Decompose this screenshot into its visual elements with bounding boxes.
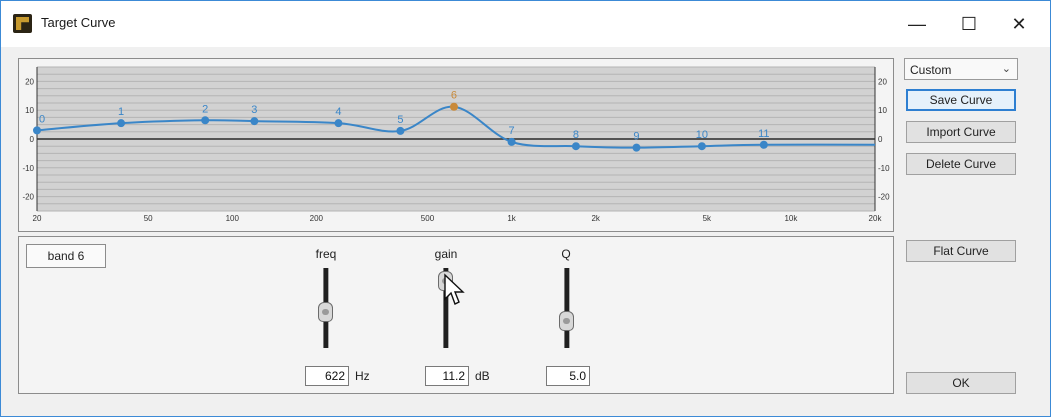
y-tick-right: 0: [878, 135, 883, 144]
band-number-label: 11: [758, 128, 769, 140]
q-label: Q: [561, 247, 571, 261]
band-point[interactable]: [334, 119, 343, 128]
band-point[interactable]: [201, 116, 210, 125]
delete-curve-button[interactable]: Delete Curve: [906, 153, 1016, 175]
band-point[interactable]: [507, 137, 516, 146]
band-number-label: 3: [251, 104, 257, 116]
flat-curve-button[interactable]: Flat Curve: [906, 240, 1016, 262]
y-tick-right: 10: [878, 106, 887, 115]
band-number-label: 4: [335, 106, 341, 118]
band-point[interactable]: [33, 126, 41, 135]
app-logo-icon: [13, 14, 32, 33]
import-curve-button[interactable]: Import Curve: [906, 121, 1016, 143]
title-bar: Target Curve — ☐ ✕: [1, 1, 1050, 47]
chevron-down-icon: ⌄: [1001, 63, 1011, 75]
y-tick-left: -10: [22, 164, 34, 173]
y-tick-right: -20: [878, 193, 890, 202]
band-point[interactable]: [396, 126, 405, 135]
x-tick-label: 100: [226, 214, 240, 223]
x-tick-label: 20k: [869, 214, 883, 223]
x-tick-label: 5k: [703, 214, 712, 223]
save-curve-button[interactable]: Save Curve: [906, 89, 1016, 111]
x-tick-label: 2k: [591, 214, 600, 223]
band-number-label: 6: [451, 90, 457, 102]
preset-dropdown[interactable]: Custom ⌄: [904, 58, 1018, 80]
band-point[interactable]: [632, 143, 641, 152]
preset-value: Custom: [910, 63, 952, 77]
q-slider-track[interactable]: [564, 268, 570, 348]
q-slider-thumb[interactable]: [559, 311, 574, 332]
gain-value-field[interactable]: 11.2: [425, 366, 469, 386]
band-point[interactable]: [759, 140, 768, 149]
gain-unit: dB: [475, 369, 490, 383]
x-tick-label: 50: [144, 214, 153, 223]
y-tick-right: 20: [878, 77, 887, 86]
q-value-field[interactable]: 5.0: [546, 366, 590, 386]
band-point[interactable]: [117, 119, 126, 128]
x-tick-label: 200: [310, 214, 324, 223]
band-number-label: 1: [118, 106, 124, 118]
mouse-cursor-icon: [444, 273, 465, 305]
band-number-label: 10: [696, 129, 708, 141]
band-point[interactable]: [449, 102, 458, 111]
freq-label: freq: [315, 247, 337, 261]
y-tick-left: 0: [30, 135, 35, 144]
selected-band-label: band 6: [26, 244, 106, 268]
eq-curve-graph[interactable]: 20 20 10 10 0 0 -10 -10 -20 -20 20 50 100 200 500 1k 2k 5…: [18, 58, 894, 232]
freq-slider-thumb[interactable]: [318, 302, 333, 323]
band-point[interactable]: [250, 117, 259, 126]
y-tick-right: -10: [878, 164, 890, 173]
gain-label: gain: [434, 247, 458, 261]
band-number-label: 0: [39, 113, 45, 125]
x-tick-label: 500: [421, 214, 435, 223]
band-point[interactable]: [697, 142, 706, 151]
freq-value-field[interactable]: 622: [305, 366, 349, 386]
y-tick-left: 10: [25, 106, 34, 115]
band-number-label: 5: [397, 114, 403, 126]
close-button[interactable]: ✕: [996, 9, 1042, 39]
band-point[interactable]: [571, 142, 580, 151]
freq-unit: Hz: [355, 369, 370, 383]
band-number-label: 7: [509, 125, 515, 137]
band-number-label: 2: [202, 103, 208, 115]
eq-curve-canvas[interactable]: 20 2010 100 0-10 -10-20 -2020 50 100 200 500 1k 2k 5…: [19, 59, 893, 231]
ok-button[interactable]: OK: [906, 372, 1016, 394]
band-number-label: 8: [573, 129, 579, 141]
x-tick-label: 10k: [784, 214, 798, 223]
band-number-label: 9: [633, 131, 639, 143]
window-title: Target Curve: [41, 15, 116, 30]
x-tick-label: 20: [33, 214, 42, 223]
minimize-button[interactable]: —: [894, 9, 940, 39]
maximize-button[interactable]: ☐: [946, 9, 992, 39]
y-tick-left: 20: [25, 77, 34, 86]
x-tick-label: 1k: [507, 214, 516, 223]
y-tick-left: -20: [22, 193, 34, 202]
